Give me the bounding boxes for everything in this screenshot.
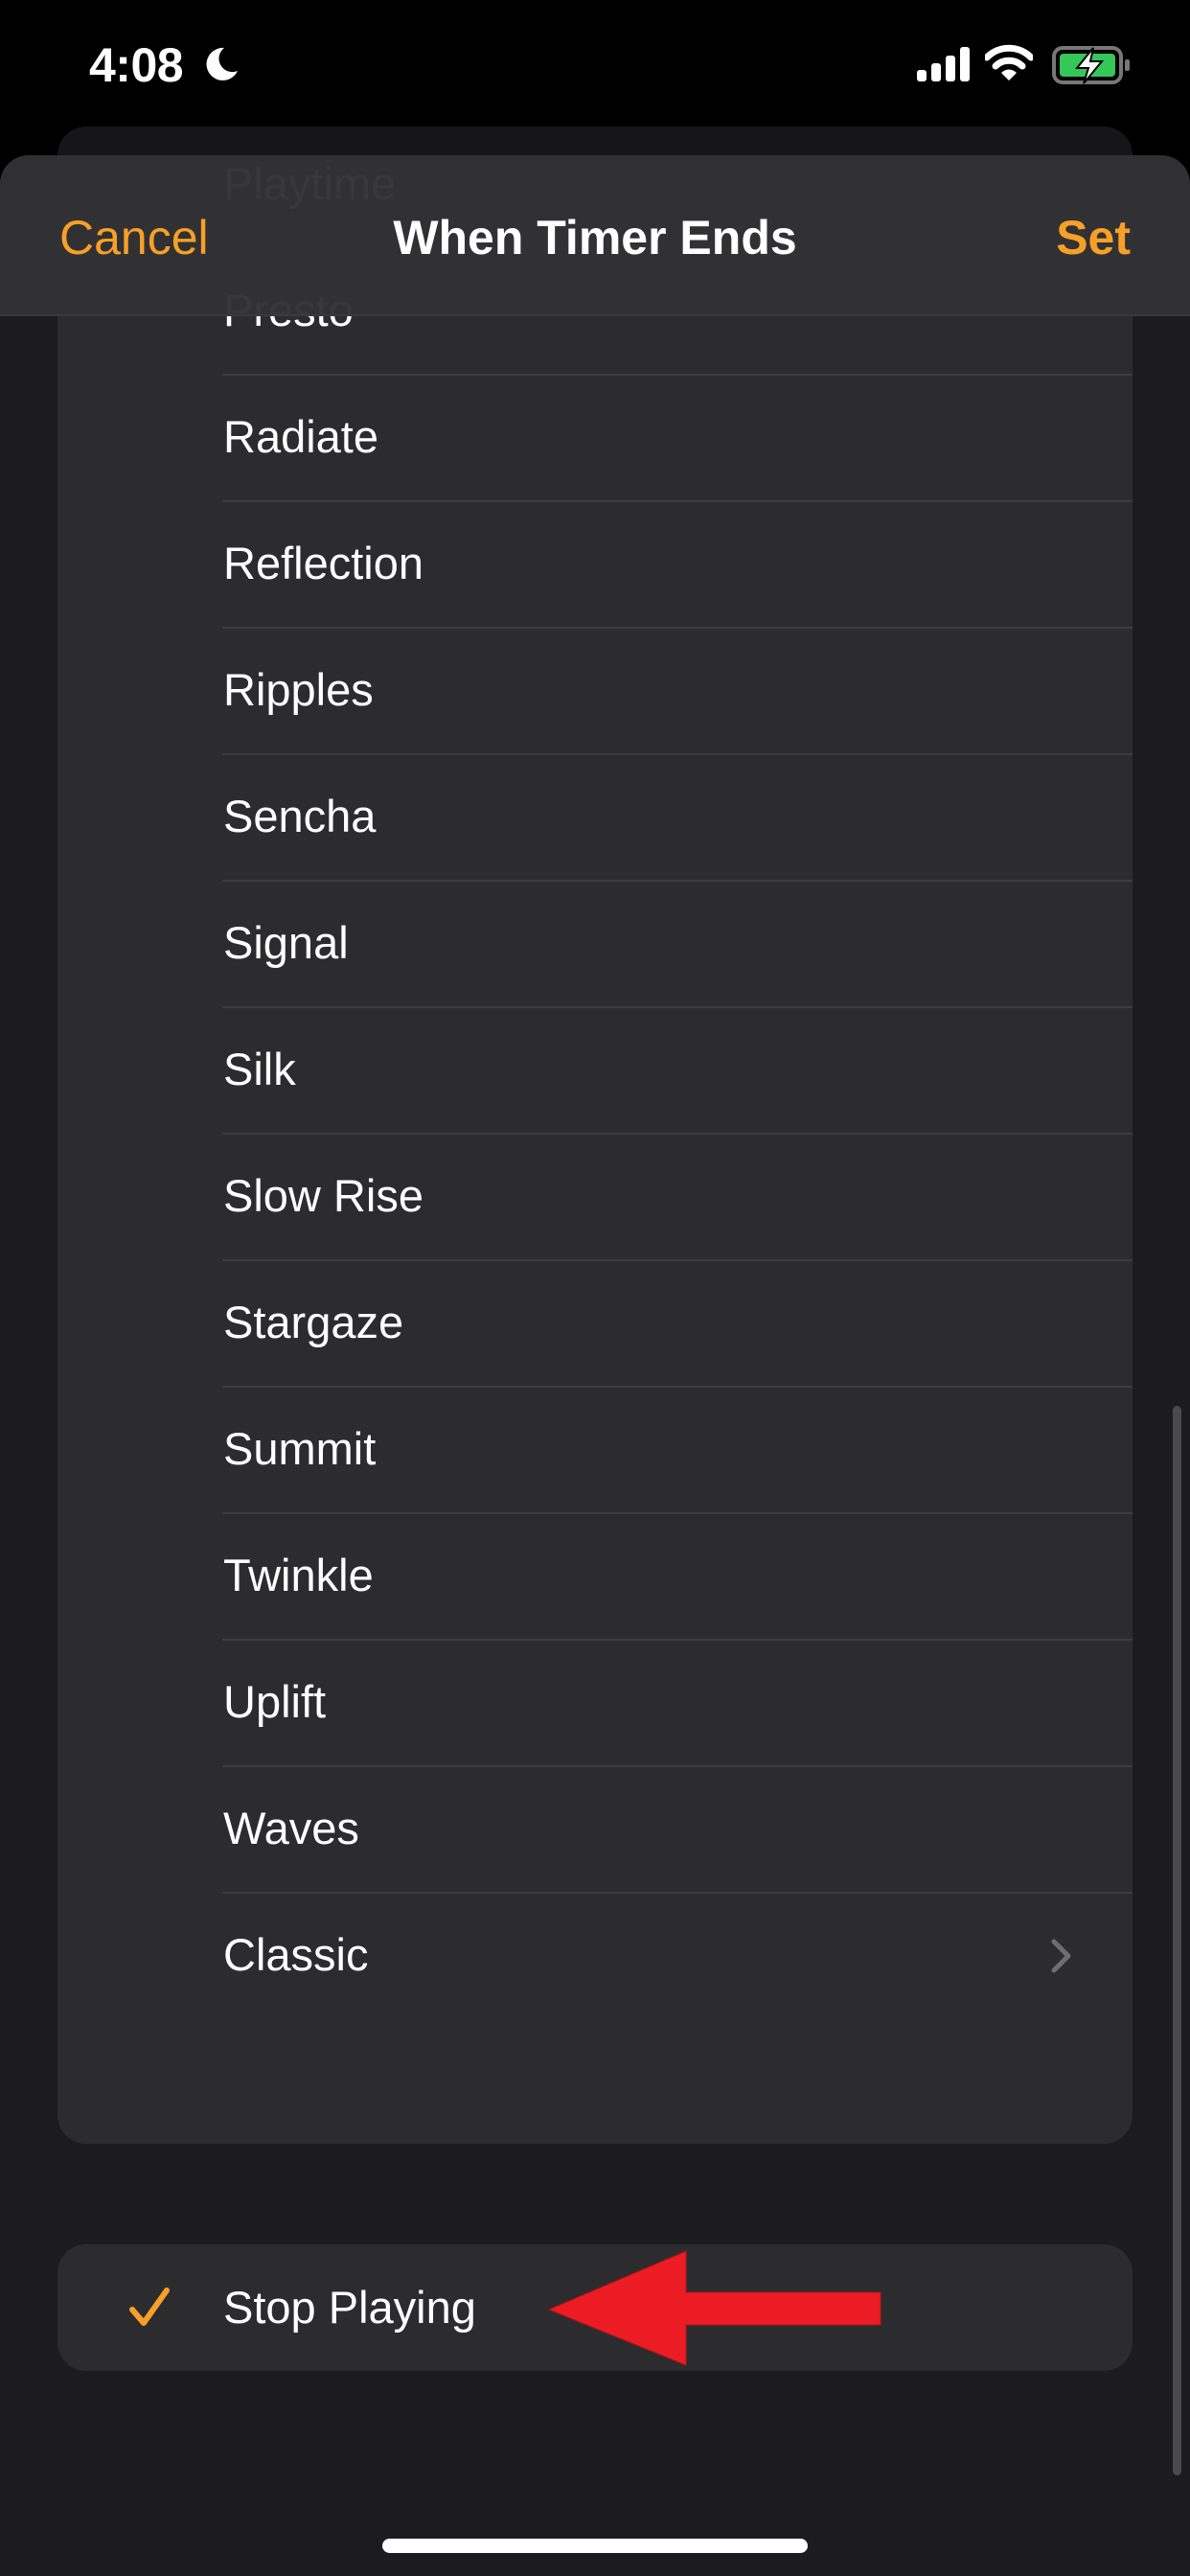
status-time: 4:08 xyxy=(89,38,184,92)
row-separator xyxy=(222,1006,1133,1008)
cellular-signal-icon xyxy=(917,47,970,81)
ringtone-list: PlaytimePrestoRadiateReflectionRipplesSe… xyxy=(57,155,1133,2144)
ringtone-label: Signal xyxy=(223,917,349,968)
chevron-right-icon xyxy=(1051,1939,1071,1973)
ringtone-row[interactable]: Waves xyxy=(57,1765,1133,1892)
ringtone-row[interactable]: Signal xyxy=(57,880,1133,1006)
ringtone-row[interactable]: Uplift xyxy=(57,1639,1133,1765)
ringtone-label: Waves xyxy=(223,1803,359,1853)
ringtone-label: Stargaze xyxy=(223,1297,404,1347)
row-separator xyxy=(222,1639,1133,1641)
ringtone-label: Classic xyxy=(223,1929,369,1980)
ringtone-row[interactable]: Summit xyxy=(57,1386,1133,1512)
ringtone-label: Silk xyxy=(223,1044,296,1094)
ringtone-label: Summit xyxy=(223,1423,377,1474)
page-title: When Timer Ends xyxy=(393,211,797,264)
ringtone-row[interactable]: Ripples xyxy=(57,627,1133,753)
ringtone-row[interactable]: Radiate xyxy=(57,374,1133,500)
scroll-indicator[interactable] xyxy=(1173,1406,1181,2475)
ringtone-row[interactable]: Classic xyxy=(57,1892,1133,2018)
ringtone-row[interactable]: Twinkle xyxy=(57,1512,1133,1639)
when-timer-ends-sheet: PlaytimePrestoRadiateReflectionRipplesSe… xyxy=(0,155,1190,2576)
ringtone-row[interactable]: Stargaze xyxy=(57,1259,1133,1386)
ringtone-row[interactable]: Silk xyxy=(57,1006,1133,1133)
ringtone-label: Radiate xyxy=(223,411,378,462)
ringtone-label: Uplift xyxy=(223,1676,327,1727)
checkmark-icon xyxy=(129,2288,170,2326)
set-button[interactable]: Set xyxy=(1056,209,1131,266)
home-indicator[interactable] xyxy=(382,2539,808,2553)
ringtone-row[interactable]: Reflection xyxy=(57,500,1133,627)
ringtone-row[interactable]: Sencha xyxy=(57,753,1133,880)
battery-charging-icon xyxy=(1052,46,1130,84)
red-arrow-annotation xyxy=(547,2250,881,2366)
ringtone-label: Reflection xyxy=(223,538,423,588)
row-separator xyxy=(222,880,1133,882)
nav-bar: Cancel When Timer Ends Set xyxy=(0,155,1190,316)
ringtone-label: Sencha xyxy=(223,791,377,841)
stop-playing-label: Stop Playing xyxy=(223,2282,476,2333)
ringtone-label: Slow Rise xyxy=(223,1170,423,1221)
ringtone-label: Ripples xyxy=(223,664,374,715)
moon-icon xyxy=(206,47,238,80)
ringtone-row[interactable]: Slow Rise xyxy=(57,1133,1133,1259)
ringtone-label: Twinkle xyxy=(223,1550,374,1600)
wifi-icon xyxy=(985,44,1033,80)
